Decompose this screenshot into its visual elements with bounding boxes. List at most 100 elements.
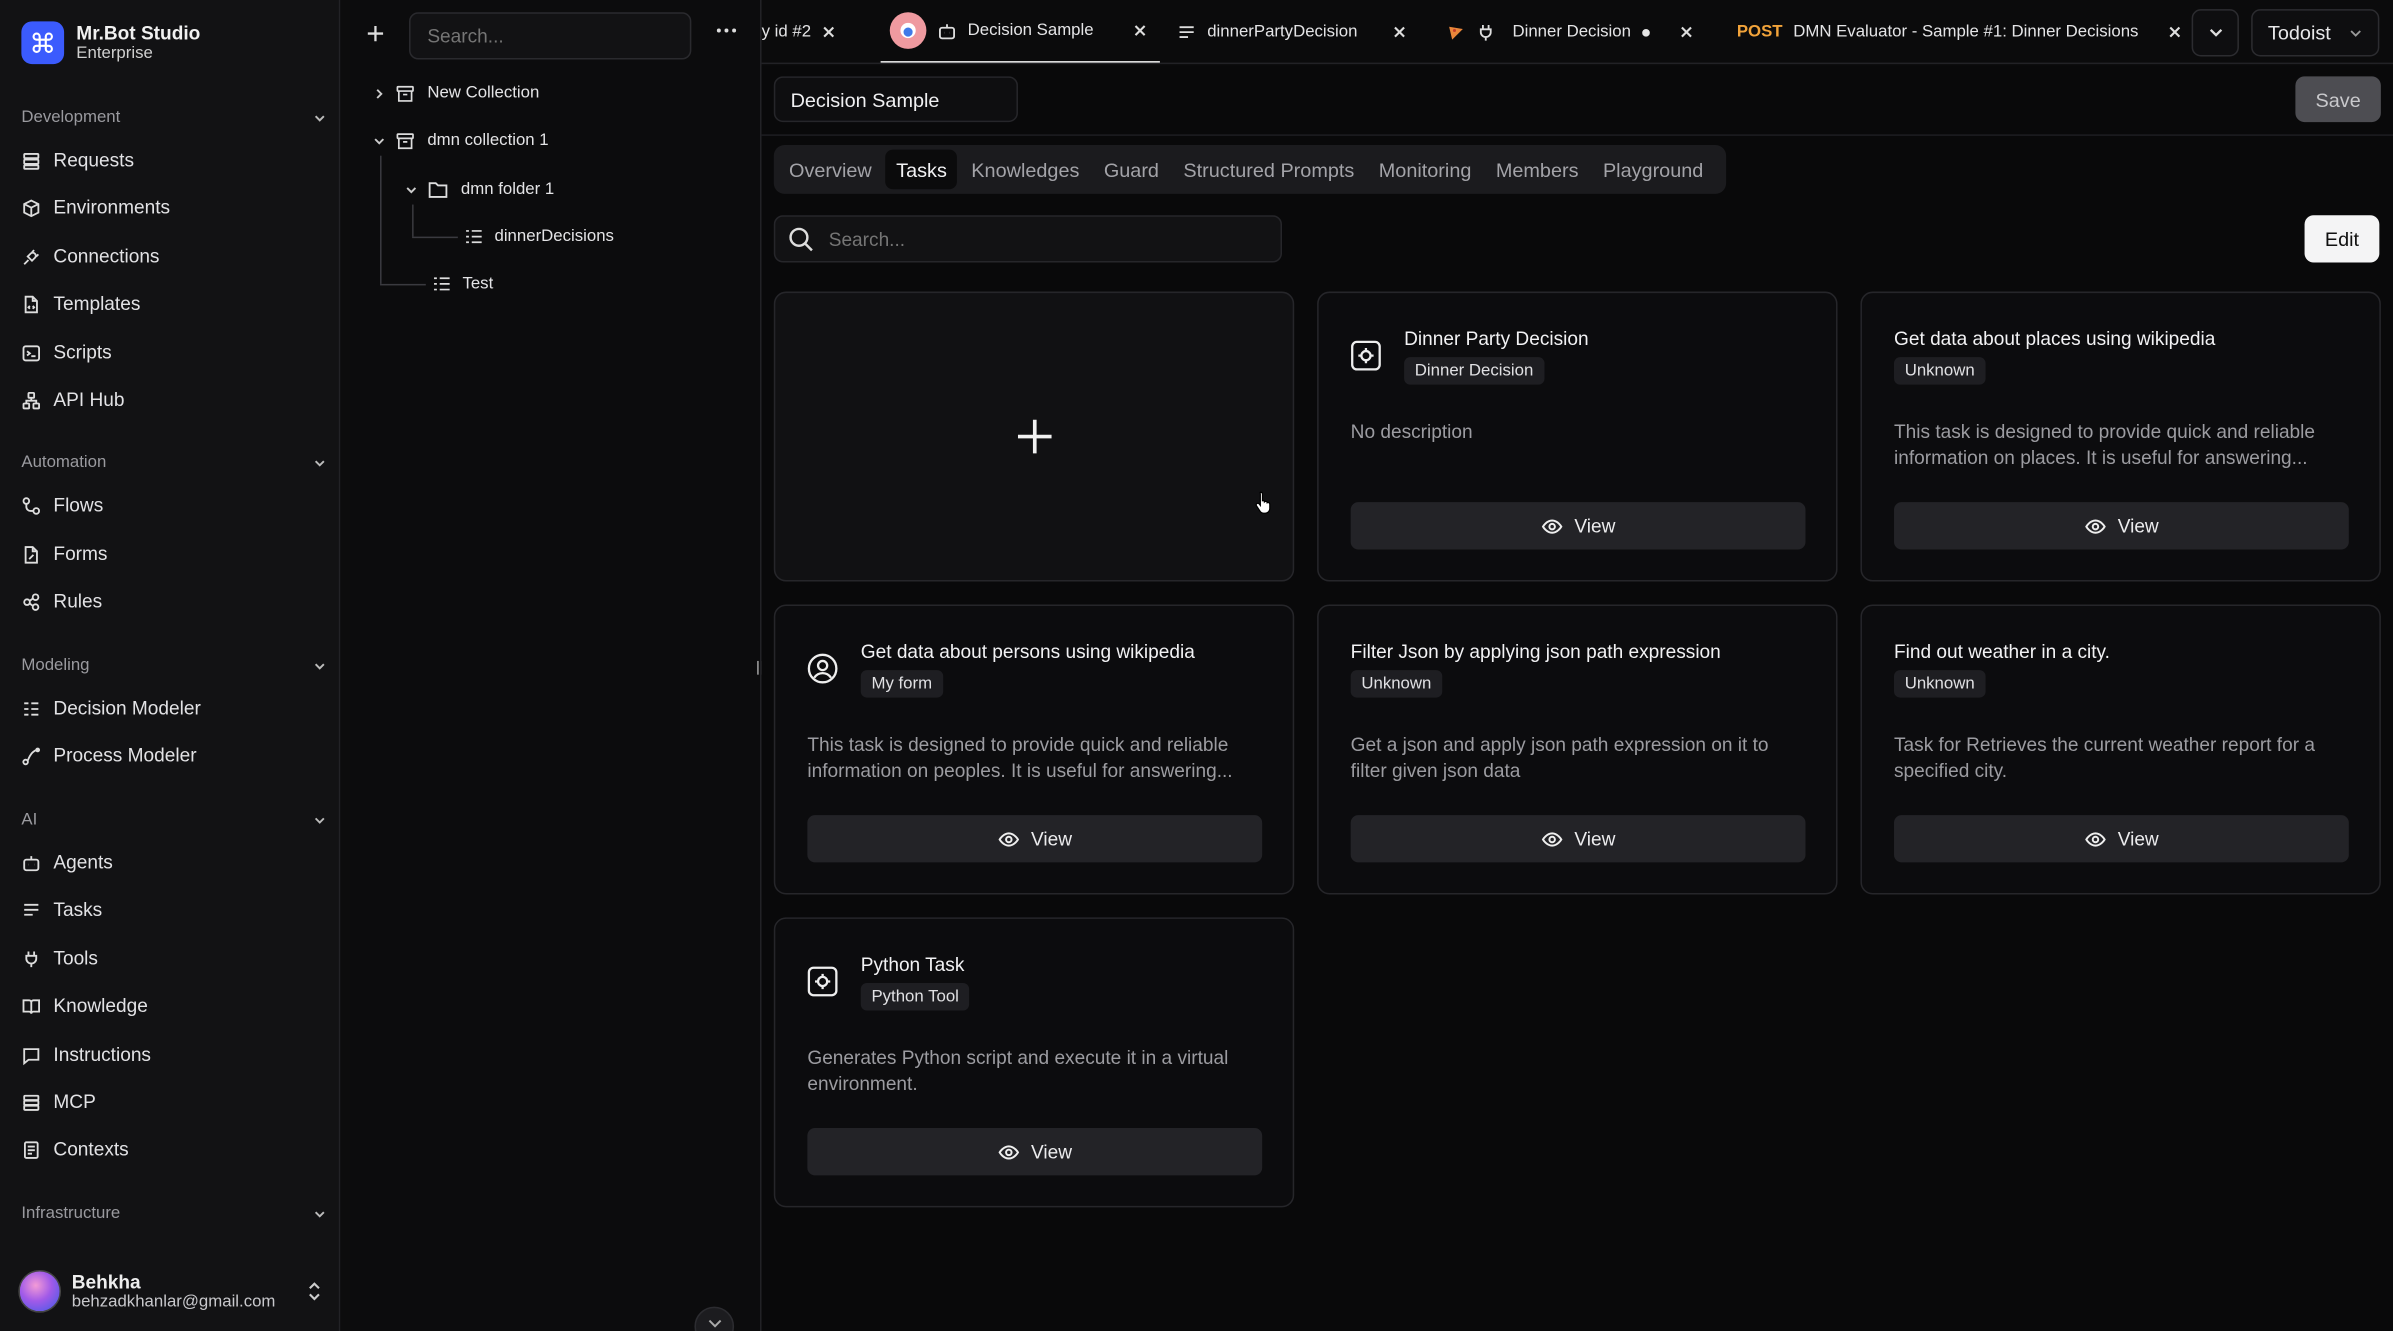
task-search-input[interactable] bbox=[828, 228, 1257, 250]
sidebar-item-agents[interactable]: Agents bbox=[21, 846, 326, 880]
sidebar-item-tasks[interactable]: Tasks bbox=[21, 893, 326, 927]
task-card: Get data about persons using wikipedia M… bbox=[773, 604, 1295, 895]
section-ai[interactable]: AI bbox=[21, 811, 326, 829]
task-tag: Dinner Decision bbox=[1404, 357, 1544, 385]
folder-icon bbox=[428, 181, 448, 198]
view-button[interactable]: View bbox=[1894, 815, 2349, 863]
sidebar-item-label: Scripts bbox=[53, 341, 112, 364]
sidebar-item-knowledge[interactable]: Knowledge bbox=[21, 989, 326, 1023]
task-card: Python Task Python Tool Generates Python… bbox=[773, 917, 1295, 1208]
task-description: Get a json and apply json path expressio… bbox=[1350, 734, 1769, 782]
close-icon[interactable] bbox=[1132, 23, 1147, 38]
section-infrastructure[interactable]: Infrastructure bbox=[21, 1204, 326, 1223]
save-button[interactable]: Save bbox=[2295, 76, 2381, 123]
tab-tasks[interactable]: Tasks bbox=[885, 149, 958, 190]
tab-dmn-evaluator[interactable]: POST DMN Evaluator - Sample #1: Dinner D… bbox=[1737, 0, 2183, 63]
collections-panel: New Collection dmn collection 1 dmn fold… bbox=[340, 0, 762, 1331]
tab-partial[interactable]: y id #2 bbox=[762, 0, 837, 63]
tree-item-dinnerdecisions[interactable]: dinnerDecisions bbox=[464, 223, 614, 250]
view-button[interactable]: View bbox=[807, 815, 1263, 863]
chevron-right-icon bbox=[376, 88, 383, 98]
tree-item-label: dinnerDecisions bbox=[494, 227, 614, 246]
view-button[interactable]: View bbox=[1350, 502, 1806, 550]
sidebar-item-process-modeler[interactable]: Process Modeler bbox=[21, 739, 326, 773]
sidebar-item-label: API Hub bbox=[53, 389, 125, 411]
agent-name-input[interactable] bbox=[773, 76, 1018, 123]
view-button[interactable]: View bbox=[807, 1128, 1263, 1176]
tab-knowledges[interactable]: Knowledges bbox=[961, 150, 1090, 190]
chevron-down-icon bbox=[314, 1210, 325, 1217]
plus-icon[interactable] bbox=[365, 23, 386, 44]
sidebar-item-decision-modeler[interactable]: Decision Modeler bbox=[21, 691, 326, 725]
tab-decision-sample[interactable]: Decision Sample bbox=[880, 0, 1160, 63]
sidebar-item-tools[interactable]: Tools bbox=[21, 942, 326, 976]
tree-item-new-collection[interactable]: New Collection bbox=[372, 79, 539, 106]
tab-overview[interactable]: Overview bbox=[778, 150, 882, 190]
chevron-up-down-icon bbox=[309, 1282, 320, 1301]
tab-members[interactable]: Members bbox=[1485, 150, 1589, 190]
section-label: Automation bbox=[21, 453, 107, 472]
unsaved-dot-icon bbox=[1641, 28, 1650, 36]
sidebar-item-api-hub[interactable]: API Hub bbox=[21, 383, 326, 417]
section-modeling[interactable]: Modeling bbox=[21, 656, 326, 675]
view-button[interactable]: View bbox=[1350, 815, 1806, 863]
sidebar-item-label: Process Modeler bbox=[53, 744, 197, 767]
sidebar-item-rules[interactable]: Rules bbox=[21, 585, 326, 619]
task-search[interactable] bbox=[773, 215, 1283, 263]
add-task-card[interactable] bbox=[773, 291, 1295, 582]
avatar bbox=[18, 1269, 62, 1313]
section-development[interactable]: Development bbox=[21, 108, 326, 127]
workspace-select[interactable]: Todoist bbox=[2251, 9, 2380, 57]
user-menu[interactable]: Behkha behzadkhanlar@gmail.com bbox=[18, 1269, 323, 1313]
tree-item-dmn-collection-1[interactable]: dmn collection 1 bbox=[372, 127, 549, 154]
task-description: No description bbox=[1350, 421, 1473, 443]
task-description: This task is designed to provide quick a… bbox=[1894, 421, 2316, 469]
tree-item-test[interactable]: Test bbox=[432, 270, 493, 297]
eye-icon bbox=[997, 831, 1019, 846]
decision-table-icon bbox=[434, 277, 450, 291]
sidebar-item-connections[interactable]: Connections bbox=[21, 240, 326, 274]
tab-playground[interactable]: Playground bbox=[1592, 150, 1714, 190]
plus-icon bbox=[1017, 419, 1051, 454]
tab-overflow-button[interactable] bbox=[2191, 9, 2239, 57]
tree-item-dmn-folder-1[interactable]: dmn folder 1 bbox=[404, 176, 554, 203]
section-automation[interactable]: Automation bbox=[21, 453, 326, 472]
close-icon[interactable] bbox=[1678, 24, 1693, 39]
sidebar-item-environments[interactable]: Environments bbox=[21, 191, 326, 225]
tab-guard[interactable]: Guard bbox=[1093, 150, 1170, 190]
sidebar-item-mcp[interactable]: MCP bbox=[21, 1085, 326, 1119]
close-icon[interactable] bbox=[822, 24, 837, 39]
sidebar-item-label: MCP bbox=[53, 1091, 96, 1113]
eye-icon bbox=[2084, 518, 2106, 533]
task-card: Filter Json by applying json path expres… bbox=[1317, 604, 1838, 895]
sidebar-item-instructions[interactable]: Instructions bbox=[21, 1038, 326, 1072]
sidebar-item-flows[interactable]: Flows bbox=[21, 488, 326, 522]
view-button[interactable]: View bbox=[1894, 502, 2349, 550]
panel-collapse-button[interactable] bbox=[694, 1306, 735, 1331]
sidebar-item-scripts[interactable]: Scripts bbox=[21, 336, 326, 370]
list-icon bbox=[1179, 25, 1194, 38]
sidebar-item-contexts[interactable]: Contexts bbox=[21, 1133, 326, 1167]
section-label: AI bbox=[21, 810, 38, 829]
sidebar-item-templates[interactable]: Templates bbox=[21, 287, 326, 321]
close-icon[interactable] bbox=[2167, 24, 2182, 39]
close-icon[interactable] bbox=[1393, 24, 1408, 39]
edit-button[interactable]: Edit bbox=[2304, 215, 2380, 263]
sidebar-item-forms[interactable]: Forms bbox=[21, 537, 326, 571]
eye-icon bbox=[1541, 518, 1562, 533]
brand[interactable]: Mr.Bot Studio Enterprise bbox=[21, 21, 200, 65]
sidebar-item-label: Contexts bbox=[53, 1138, 129, 1161]
search-icon bbox=[789, 226, 813, 251]
sidebar-item-label: Templates bbox=[53, 293, 141, 315]
tab-dinner-decision[interactable]: Dinner Decision bbox=[1447, 0, 1694, 63]
chevron-down-icon bbox=[314, 662, 325, 669]
collections-search-input[interactable] bbox=[409, 12, 692, 60]
archive-icon bbox=[396, 132, 414, 149]
tab-structured-prompts[interactable]: Structured Prompts bbox=[1173, 150, 1365, 190]
sidebar-item-requests[interactable]: Requests bbox=[21, 143, 326, 177]
tab-monitoring[interactable]: Monitoring bbox=[1368, 150, 1482, 190]
pizza-icon bbox=[1449, 26, 1463, 40]
archive-icon bbox=[396, 85, 414, 102]
more-horizontal-icon[interactable] bbox=[716, 26, 737, 35]
tab-dinnerpartydecision[interactable]: dinnerPartyDecision bbox=[1177, 0, 1408, 63]
